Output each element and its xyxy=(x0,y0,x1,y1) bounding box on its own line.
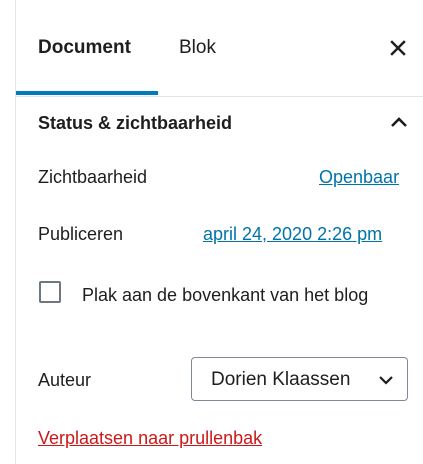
sidebar-tabs: Document Blok xyxy=(16,0,423,97)
tab-document[interactable]: Document xyxy=(38,0,131,96)
tab-document-label: Document xyxy=(38,37,131,58)
tab-blok[interactable]: Blok xyxy=(179,0,216,96)
move-to-trash-link[interactable]: Verplaatsen naar prullenbak xyxy=(38,428,262,449)
chevron-down-icon xyxy=(378,373,394,385)
settings-sidebar: Document Blok Status & zichtbaarheid Zic… xyxy=(15,0,423,464)
publish-label: Publiceren xyxy=(38,224,124,244)
author-label: Auteur xyxy=(38,370,92,390)
close-icon[interactable] xyxy=(386,36,410,60)
visibility-link[interactable]: Openbaar xyxy=(319,167,399,188)
publish-date-link[interactable]: april 24, 2020 2:26 pm xyxy=(203,224,382,245)
author-select[interactable]: Dorien Klaassen xyxy=(191,357,408,401)
section-title: Status & zichtbaarheid xyxy=(38,113,233,133)
tab-blok-label: Blok xyxy=(179,37,216,58)
visibility-label: Zichtbaarheid xyxy=(38,167,148,187)
author-select-value: Dorien Klaassen xyxy=(211,369,351,390)
active-tab-indicator xyxy=(16,91,158,95)
chevron-up-icon[interactable] xyxy=(389,113,409,131)
sticky-checkbox-label: Plak aan de bovenkant van het blog xyxy=(82,285,369,305)
